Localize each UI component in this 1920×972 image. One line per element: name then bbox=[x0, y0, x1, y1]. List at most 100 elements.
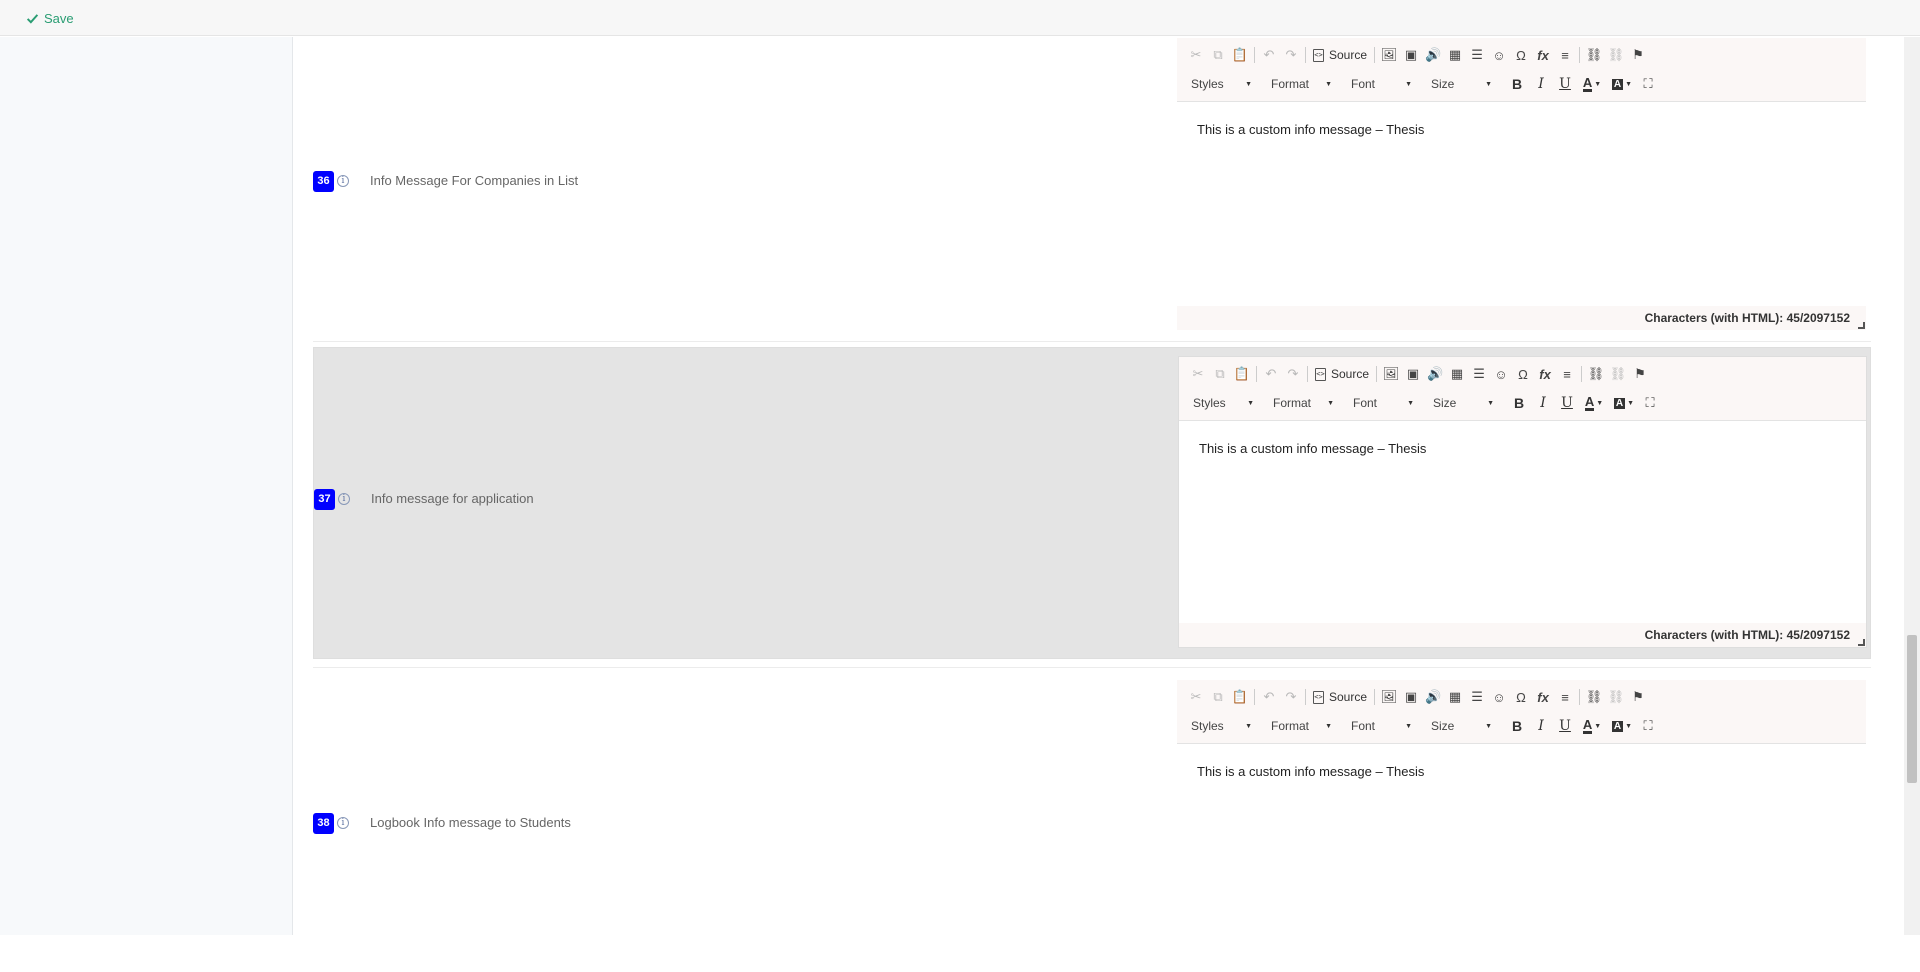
cut-icon[interactable]: ✂ bbox=[1185, 44, 1207, 66]
underline-button[interactable]: U bbox=[1553, 715, 1577, 737]
text-color-button[interactable]: A ▼ bbox=[1579, 392, 1609, 414]
link-icon[interactable]: ⛓ bbox=[1583, 686, 1605, 708]
cut-icon[interactable]: ✂ bbox=[1185, 686, 1207, 708]
font-dropdown[interactable]: Font ▼ bbox=[1345, 73, 1419, 95]
link-icon[interactable]: ⛓ bbox=[1585, 363, 1607, 385]
source-button[interactable]: <> Source bbox=[1311, 363, 1373, 385]
background-color-button[interactable]: A ▼ bbox=[1607, 715, 1637, 737]
bold-button[interactable]: B bbox=[1505, 715, 1529, 737]
size-dropdown[interactable]: Size ▼ bbox=[1425, 715, 1499, 737]
styles-dropdown[interactable]: Styles ▼ bbox=[1185, 715, 1259, 737]
format-dropdown[interactable]: Format ▼ bbox=[1265, 715, 1339, 737]
unlink-icon[interactable]: ⛓ bbox=[1607, 363, 1629, 385]
list-style-icon[interactable]: ≡ bbox=[1554, 686, 1576, 708]
editor-content[interactable]: This is a custom info message – Thesis bbox=[1177, 103, 1866, 300]
resize-handle[interactable] bbox=[1858, 322, 1865, 329]
font-dropdown[interactable]: Font ▼ bbox=[1347, 392, 1421, 414]
anchor-flag-icon[interactable]: ⚑ bbox=[1629, 363, 1651, 385]
format-dropdown[interactable]: Format ▼ bbox=[1267, 392, 1341, 414]
formula-icon[interactable]: fx bbox=[1532, 44, 1554, 66]
image2-icon[interactable]: ▣ bbox=[1400, 44, 1422, 66]
styles-dropdown[interactable]: Styles ▼ bbox=[1187, 392, 1261, 414]
source-button[interactable]: <> Source bbox=[1309, 686, 1371, 708]
paste-icon[interactable]: 📋 bbox=[1229, 686, 1251, 708]
formula-icon[interactable]: fx bbox=[1532, 686, 1554, 708]
background-color-button[interactable]: A ▼ bbox=[1607, 73, 1637, 95]
copy-icon[interactable]: ⧉ bbox=[1207, 686, 1229, 708]
maximize-icon[interactable]: ⛶ bbox=[1637, 715, 1659, 737]
audio-icon[interactable]: 🔊 bbox=[1422, 44, 1444, 66]
background-color-button[interactable]: A ▼ bbox=[1609, 392, 1639, 414]
maximize-icon[interactable]: ⛶ bbox=[1637, 73, 1659, 95]
bold-button[interactable]: B bbox=[1507, 392, 1531, 414]
link-icon[interactable]: ⛓ bbox=[1583, 44, 1605, 66]
table-icon[interactable]: ▦ bbox=[1446, 363, 1468, 385]
vertical-scrollbar[interactable] bbox=[1904, 37, 1920, 935]
horizontal-line-icon[interactable]: ☰ bbox=[1466, 44, 1488, 66]
source-label: Source bbox=[1329, 48, 1368, 62]
table-icon[interactable]: ▦ bbox=[1444, 686, 1466, 708]
unlink-icon[interactable]: ⛓ bbox=[1605, 686, 1627, 708]
image-icon[interactable]: 🖼 bbox=[1380, 363, 1402, 385]
list-style-icon[interactable]: ≡ bbox=[1556, 363, 1578, 385]
copy-icon[interactable]: ⧉ bbox=[1207, 44, 1229, 66]
size-dropdown[interactable]: Size ▼ bbox=[1425, 73, 1499, 95]
info-icon[interactable]: i bbox=[338, 493, 350, 505]
underline-button[interactable]: U bbox=[1555, 392, 1579, 414]
setting-row-38: 38 i Logbook Info message to Students ✂ … bbox=[313, 672, 1871, 972]
special-char-icon[interactable]: Ω bbox=[1510, 686, 1532, 708]
image2-icon[interactable]: ▣ bbox=[1400, 686, 1422, 708]
size-dropdown[interactable]: Size ▼ bbox=[1427, 392, 1501, 414]
maximize-icon[interactable]: ⛶ bbox=[1639, 392, 1661, 414]
editor-content[interactable]: This is a custom info message – Thesis bbox=[1177, 745, 1866, 942]
image-icon[interactable]: 🖼 bbox=[1378, 686, 1400, 708]
font-dropdown[interactable]: Font ▼ bbox=[1345, 715, 1419, 737]
undo-icon[interactable]: ↶ bbox=[1258, 44, 1280, 66]
resize-handle[interactable] bbox=[1858, 639, 1865, 646]
smiley-icon[interactable]: ☺ bbox=[1488, 44, 1510, 66]
toolbar-line-2: Styles ▼ Format ▼ Font ▼ Size ▼ B I U A … bbox=[1185, 72, 1659, 96]
smiley-icon[interactable]: ☺ bbox=[1488, 686, 1510, 708]
redo-icon[interactable]: ↷ bbox=[1280, 44, 1302, 66]
scrollbar-thumb[interactable] bbox=[1907, 635, 1917, 783]
copy-icon[interactable]: ⧉ bbox=[1209, 363, 1231, 385]
special-char-icon[interactable]: Ω bbox=[1510, 44, 1532, 66]
paste-icon[interactable]: 📋 bbox=[1231, 363, 1253, 385]
redo-icon[interactable]: ↷ bbox=[1282, 363, 1304, 385]
info-icon[interactable]: i bbox=[337, 175, 349, 187]
redo-icon[interactable]: ↷ bbox=[1280, 686, 1302, 708]
formula-icon[interactable]: fx bbox=[1534, 363, 1556, 385]
editor-content[interactable]: This is a custom info message – Thesis bbox=[1179, 422, 1866, 619]
format-dropdown[interactable]: Format ▼ bbox=[1265, 73, 1339, 95]
italic-button[interactable]: I bbox=[1529, 73, 1553, 95]
text-color-button[interactable]: A ▼ bbox=[1577, 715, 1607, 737]
audio-icon[interactable]: 🔊 bbox=[1424, 363, 1446, 385]
smiley-icon[interactable]: ☺ bbox=[1490, 363, 1512, 385]
source-button[interactable]: <> Source bbox=[1309, 44, 1371, 66]
list-style-icon[interactable]: ≡ bbox=[1554, 44, 1576, 66]
source-icon: <> bbox=[1313, 690, 1324, 704]
image2-icon[interactable]: ▣ bbox=[1402, 363, 1424, 385]
image-icon[interactable]: 🖼 bbox=[1378, 44, 1400, 66]
italic-button[interactable]: I bbox=[1529, 715, 1553, 737]
row-title: Info message for application bbox=[371, 491, 534, 506]
anchor-flag-icon[interactable]: ⚑ bbox=[1627, 44, 1649, 66]
cut-icon[interactable]: ✂ bbox=[1187, 363, 1209, 385]
bold-button[interactable]: B bbox=[1505, 73, 1529, 95]
info-icon[interactable]: i bbox=[337, 817, 349, 829]
horizontal-line-icon[interactable]: ☰ bbox=[1466, 686, 1488, 708]
unlink-icon[interactable]: ⛓ bbox=[1605, 44, 1627, 66]
audio-icon[interactable]: 🔊 bbox=[1422, 686, 1444, 708]
save-button[interactable]: Save bbox=[26, 8, 74, 28]
styles-dropdown[interactable]: Styles ▼ bbox=[1185, 73, 1259, 95]
undo-icon[interactable]: ↶ bbox=[1258, 686, 1280, 708]
paste-icon[interactable]: 📋 bbox=[1229, 44, 1251, 66]
underline-button[interactable]: U bbox=[1553, 73, 1577, 95]
special-char-icon[interactable]: Ω bbox=[1512, 363, 1534, 385]
text-color-button[interactable]: A ▼ bbox=[1577, 73, 1607, 95]
italic-button[interactable]: I bbox=[1531, 392, 1555, 414]
horizontal-line-icon[interactable]: ☰ bbox=[1468, 363, 1490, 385]
table-icon[interactable]: ▦ bbox=[1444, 44, 1466, 66]
undo-icon[interactable]: ↶ bbox=[1260, 363, 1282, 385]
anchor-flag-icon[interactable]: ⚑ bbox=[1627, 686, 1649, 708]
